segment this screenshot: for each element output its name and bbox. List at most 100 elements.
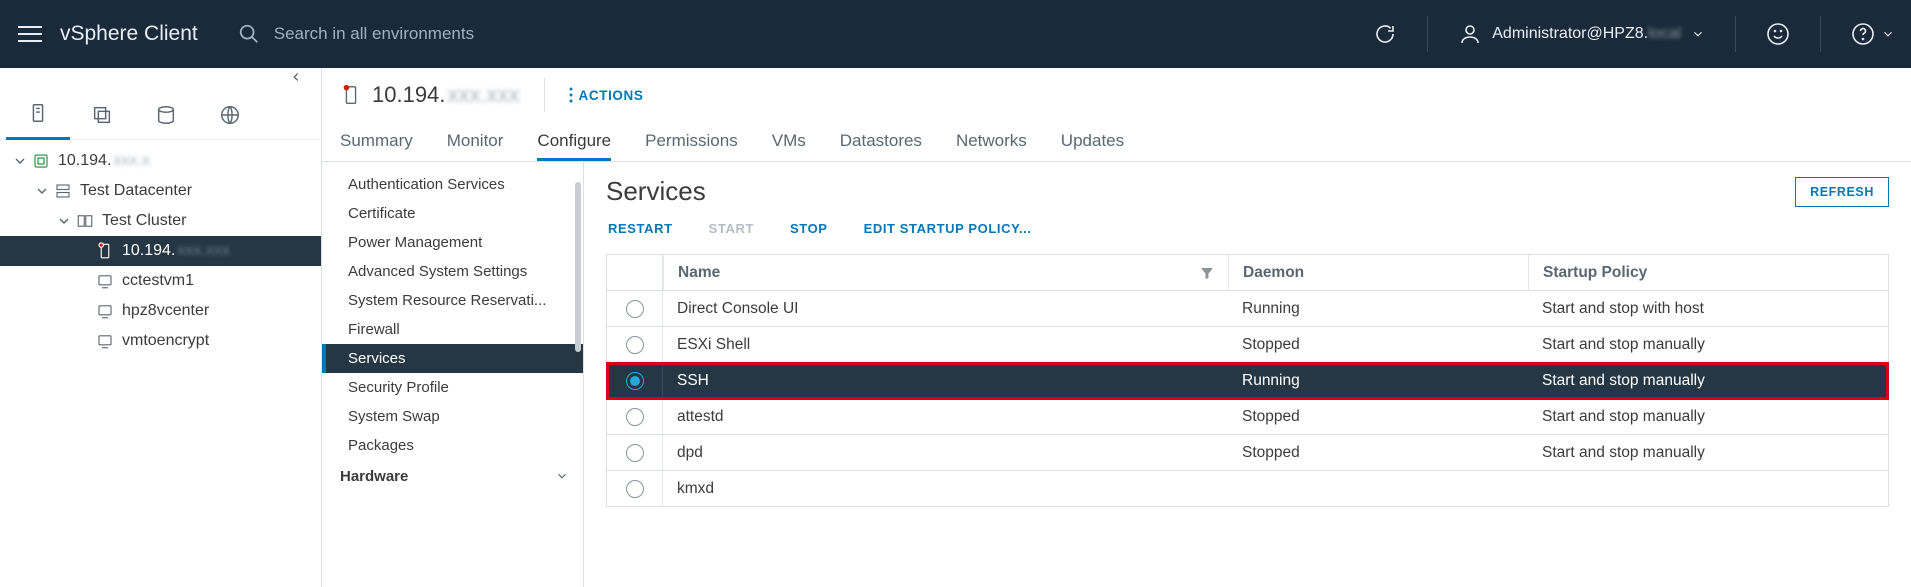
column-daemon[interactable]: Daemon bbox=[1228, 255, 1528, 290]
help-menu[interactable] bbox=[1835, 0, 1911, 68]
services-table-header: Name Daemon Startup Policy bbox=[607, 255, 1888, 291]
networking-view-tab[interactable] bbox=[198, 90, 262, 140]
actions-menu[interactable]: ACTIONS bbox=[569, 87, 644, 103]
table-row[interactable]: Direct Console UIRunningStart and stop w… bbox=[607, 291, 1888, 327]
help-icon bbox=[1851, 22, 1875, 46]
cfg-item-packages[interactable]: Packages bbox=[322, 431, 583, 460]
main-area: 10.194.xxx.x Test Datacenter Test Cluste… bbox=[0, 68, 1911, 587]
search-icon bbox=[238, 23, 260, 45]
tab-summary[interactable]: Summary bbox=[340, 131, 413, 161]
service-actions-bar: RESTART START STOP EDIT STARTUP POLICY..… bbox=[608, 221, 1889, 236]
cfg-item-system-swap[interactable]: System Swap bbox=[322, 402, 583, 431]
tab-datastores[interactable]: Datastores bbox=[840, 131, 922, 161]
panel-title: Services bbox=[606, 176, 706, 207]
tree-node-label: vmtoencrypt bbox=[122, 332, 209, 350]
tree-node-label: 10.194.xxx.xxx bbox=[122, 242, 230, 260]
cfg-section-hardware[interactable]: Hardware bbox=[322, 460, 583, 492]
row-radio[interactable] bbox=[626, 480, 644, 498]
column-name[interactable]: Name bbox=[663, 255, 1228, 290]
cfg-item-sys-resource[interactable]: System Resource Reservati... bbox=[322, 286, 583, 315]
refresh-global-button[interactable] bbox=[1357, 0, 1413, 68]
vms-templates-view-tab[interactable] bbox=[70, 90, 134, 140]
inventory-panel: 10.194.xxx.x Test Datacenter Test Cluste… bbox=[0, 68, 322, 587]
chevron-down-icon[interactable] bbox=[34, 183, 50, 199]
user-icon bbox=[1458, 22, 1482, 46]
row-radio[interactable] bbox=[626, 336, 644, 354]
row-radio[interactable] bbox=[626, 408, 644, 426]
refresh-button[interactable]: REFRESH bbox=[1795, 177, 1889, 207]
tree-node-vm[interactable]: hpz8vcenter bbox=[0, 296, 321, 326]
edit-startup-policy-action[interactable]: EDIT STARTUP POLICY... bbox=[864, 221, 1032, 236]
stop-action[interactable]: STOP bbox=[790, 221, 828, 236]
hosts-clusters-view-tab[interactable] bbox=[6, 90, 70, 140]
tree-node-vcenter[interactable]: 10.194.xxx.x bbox=[0, 146, 321, 176]
tree-node-datacenter[interactable]: Test Datacenter bbox=[0, 176, 321, 206]
storage-icon bbox=[155, 104, 177, 126]
cfg-item-services[interactable]: Services bbox=[322, 344, 583, 373]
collapse-panel-icon[interactable] bbox=[289, 70, 303, 84]
user-menu[interactable]: Administrator@HPZ8.local bbox=[1442, 0, 1721, 68]
cell-daemon: Stopped bbox=[1228, 336, 1528, 354]
scrollbar-thumb[interactable] bbox=[575, 182, 581, 352]
row-radio-cell bbox=[607, 399, 663, 434]
row-radio-cell bbox=[607, 363, 663, 398]
host-alert-icon bbox=[340, 84, 362, 106]
top-bar: vSphere Client Administrator@HPZ8.local bbox=[0, 0, 1911, 68]
restart-action[interactable]: RESTART bbox=[608, 221, 673, 236]
vcenter-icon bbox=[32, 152, 50, 170]
tab-vms[interactable]: VMs bbox=[772, 131, 806, 161]
tree-node-host[interactable]: 10.194.xxx.xxx bbox=[0, 236, 321, 266]
cfg-item-auth-services[interactable]: Authentication Services bbox=[322, 170, 583, 199]
filter-icon[interactable] bbox=[1200, 266, 1214, 280]
cell-startup-policy: Start and stop with host bbox=[1528, 300, 1888, 318]
separator bbox=[1427, 16, 1428, 52]
cell-name: ESXi Shell bbox=[663, 336, 1228, 354]
search-input[interactable] bbox=[274, 24, 674, 44]
row-radio[interactable] bbox=[626, 372, 644, 390]
table-row[interactable]: SSHRunningStart and stop manually bbox=[607, 363, 1888, 399]
row-radio-cell bbox=[607, 435, 663, 470]
cfg-item-security-profile[interactable]: Security Profile bbox=[322, 373, 583, 402]
global-search bbox=[238, 23, 1358, 45]
separator bbox=[544, 78, 545, 112]
panel-header: Services REFRESH bbox=[606, 176, 1889, 207]
feedback-button[interactable] bbox=[1750, 0, 1806, 68]
table-row[interactable]: attestdStoppedStart and stop manually bbox=[607, 399, 1888, 435]
tab-networks[interactable]: Networks bbox=[956, 131, 1027, 161]
cfg-item-advanced-settings[interactable]: Advanced System Settings bbox=[322, 257, 583, 286]
row-radio[interactable] bbox=[626, 300, 644, 318]
tree-node-label: Test Cluster bbox=[102, 212, 186, 230]
cell-name: Direct Console UI bbox=[663, 300, 1228, 318]
table-row[interactable]: dpdStoppedStart and stop manually bbox=[607, 435, 1888, 471]
tree-node-cluster[interactable]: Test Cluster bbox=[0, 206, 321, 236]
tab-updates[interactable]: Updates bbox=[1061, 131, 1124, 161]
services-table: Name Daemon Startup Policy Direct Consol… bbox=[606, 254, 1889, 507]
tab-configure[interactable]: Configure bbox=[537, 131, 611, 161]
host-alert-icon bbox=[96, 242, 114, 260]
chevron-down-icon[interactable] bbox=[12, 153, 28, 169]
row-radio-cell bbox=[607, 291, 663, 326]
cfg-item-power-mgmt[interactable]: Power Management bbox=[322, 228, 583, 257]
column-startup-policy[interactable]: Startup Policy bbox=[1528, 255, 1888, 290]
tree-node-vm[interactable]: vmtoencrypt bbox=[0, 326, 321, 356]
menu-hamburger-icon[interactable] bbox=[0, 26, 60, 42]
tree-node-label: cctestvm1 bbox=[122, 272, 194, 290]
cfg-item-certificate[interactable]: Certificate bbox=[322, 199, 583, 228]
cfg-item-firewall[interactable]: Firewall bbox=[322, 315, 583, 344]
table-row[interactable]: ESXi ShellStoppedStart and stop manually bbox=[607, 327, 1888, 363]
tree-node-vm[interactable]: cctestvm1 bbox=[0, 266, 321, 296]
inventory-view-tabs bbox=[0, 90, 321, 140]
object-workspace: 10.194.xxx.xxx ACTIONS Summary Monitor C… bbox=[322, 68, 1911, 587]
user-label: Administrator@HPZ8.local bbox=[1492, 25, 1681, 43]
table-row[interactable]: kmxd bbox=[607, 471, 1888, 507]
actions-label: ACTIONS bbox=[579, 88, 644, 103]
app-title: vSphere Client bbox=[60, 22, 198, 46]
storage-view-tab[interactable] bbox=[134, 90, 198, 140]
tab-permissions[interactable]: Permissions bbox=[645, 131, 738, 161]
cell-startup-policy: Start and stop manually bbox=[1528, 408, 1888, 426]
chevron-down-icon[interactable] bbox=[56, 213, 72, 229]
tree-node-label: hpz8vcenter bbox=[122, 302, 209, 320]
tab-monitor[interactable]: Monitor bbox=[447, 131, 504, 161]
row-radio[interactable] bbox=[626, 444, 644, 462]
vm-icon bbox=[96, 272, 114, 290]
